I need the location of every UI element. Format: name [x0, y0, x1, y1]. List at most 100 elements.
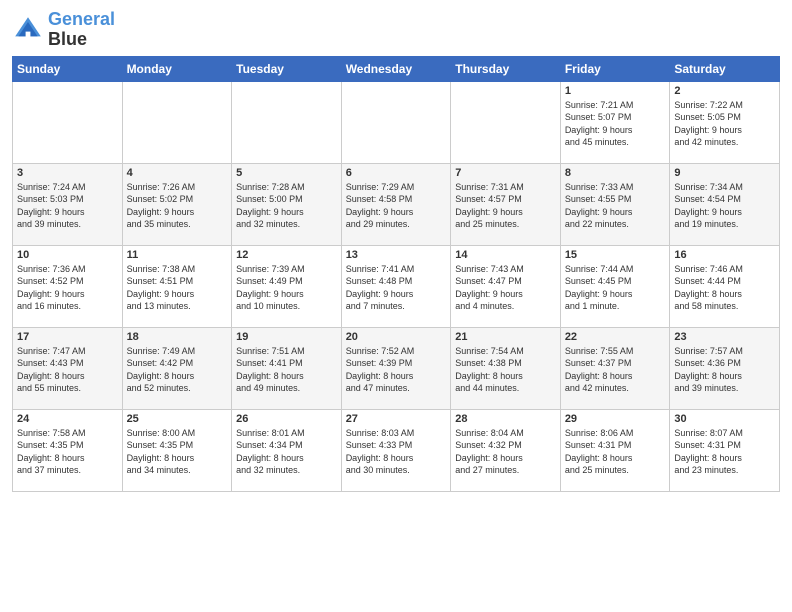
logo-text: GeneralBlue	[48, 10, 115, 50]
calendar-cell: 17Sunrise: 7:47 AM Sunset: 4:43 PM Dayli…	[13, 327, 123, 409]
day-info: Sunrise: 7:38 AM Sunset: 4:51 PM Dayligh…	[127, 263, 228, 313]
calendar-cell: 7 Sunrise: 7:31 AM Sunset: 4:57 PM Daylig…	[451, 163, 561, 245]
calendar-cell: 20Sunrise: 7:52 AM Sunset: 4:39 PM Dayli…	[341, 327, 451, 409]
week-row-0: 1 Sunrise: 7:21 AM Sunset: 5:07 PM Daylig…	[13, 81, 780, 163]
calendar-cell: 25Sunrise: 8:00 AM Sunset: 4:35 PM Dayli…	[122, 409, 232, 491]
calendar-cell	[232, 81, 342, 163]
day-number: 14	[455, 249, 556, 261]
calendar-cell: 6 Sunrise: 7:29 AM Sunset: 4:58 PM Daylig…	[341, 163, 451, 245]
day-number: 12	[236, 249, 337, 261]
calendar-cell: 28 Sunrise: 8:04 AM Sunset: 4:32 PM Dayli…	[451, 409, 561, 491]
day-info: Sunrise: 7:21 AM Sunset: 5:07 PM Dayligh…	[565, 99, 666, 149]
weekday-tuesday: Tuesday	[232, 56, 342, 81]
day-number: 6	[346, 167, 447, 179]
day-info: Sunrise: 7:57 AM Sunset: 4:36 PM Dayligh…	[674, 345, 775, 395]
day-number: 10	[17, 249, 118, 261]
logo-icon	[12, 14, 44, 46]
day-info: Sunrise: 8:01 AM Sunset: 4:34 PM Dayligh…	[236, 427, 337, 477]
calendar-cell: 22 Sunrise: 7:55 AM Sunset: 4:37 PM Dayli…	[560, 327, 670, 409]
day-number: 16	[674, 249, 775, 261]
day-number: 5	[236, 167, 337, 179]
day-info: Sunrise: 7:29 AM Sunset: 4:58 PM Dayligh…	[346, 181, 447, 231]
day-info: Sunrise: 7:28 AM Sunset: 5:00 PM Dayligh…	[236, 181, 337, 231]
day-info: Sunrise: 7:36 AM Sunset: 4:52 PM Dayligh…	[17, 263, 118, 313]
calendar-cell: 30 Sunrise: 8:07 AM Sunset: 4:31 PM Dayli…	[670, 409, 780, 491]
calendar-cell: 10 Sunrise: 7:36 AM Sunset: 4:52 PM Dayli…	[13, 245, 123, 327]
day-number: 28	[455, 413, 556, 425]
day-info: Sunrise: 7:34 AM Sunset: 4:54 PM Dayligh…	[674, 181, 775, 231]
day-info: Sunrise: 7:49 AM Sunset: 4:42 PM Dayligh…	[127, 345, 228, 395]
day-info: Sunrise: 7:55 AM Sunset: 4:37 PM Dayligh…	[565, 345, 666, 395]
day-number: 24	[17, 413, 118, 425]
day-info: Sunrise: 7:31 AM Sunset: 4:57 PM Dayligh…	[455, 181, 556, 231]
calendar-cell: 19Sunrise: 7:51 AM Sunset: 4:41 PM Dayli…	[232, 327, 342, 409]
week-row-2: 10 Sunrise: 7:36 AM Sunset: 4:52 PM Dayli…	[13, 245, 780, 327]
calendar-cell: 26 Sunrise: 8:01 AM Sunset: 4:34 PM Dayli…	[232, 409, 342, 491]
calendar-cell	[13, 81, 123, 163]
weekday-thursday: Thursday	[451, 56, 561, 81]
day-info: Sunrise: 8:07 AM Sunset: 4:31 PM Dayligh…	[674, 427, 775, 477]
day-number: 30	[674, 413, 775, 425]
week-row-1: 3 Sunrise: 7:24 AM Sunset: 5:03 PM Daylig…	[13, 163, 780, 245]
day-number: 27	[346, 413, 447, 425]
day-number: 11	[127, 249, 228, 261]
day-info: Sunrise: 7:26 AM Sunset: 5:02 PM Dayligh…	[127, 181, 228, 231]
calendar-cell	[122, 81, 232, 163]
day-number: 13	[346, 249, 447, 261]
calendar-cell: 16 Sunrise: 7:46 AM Sunset: 4:44 PM Dayli…	[670, 245, 780, 327]
calendar-cell: 13Sunrise: 7:41 AM Sunset: 4:48 PM Dayli…	[341, 245, 451, 327]
day-info: Sunrise: 7:54 AM Sunset: 4:38 PM Dayligh…	[455, 345, 556, 395]
calendar-cell	[451, 81, 561, 163]
logo: GeneralBlue	[12, 10, 115, 50]
calendar-cell	[341, 81, 451, 163]
day-info: Sunrise: 7:24 AM Sunset: 5:03 PM Dayligh…	[17, 181, 118, 231]
day-info: Sunrise: 7:33 AM Sunset: 4:55 PM Dayligh…	[565, 181, 666, 231]
day-info: Sunrise: 7:51 AM Sunset: 4:41 PM Dayligh…	[236, 345, 337, 395]
calendar-table: SundayMondayTuesdayWednesdayThursdayFrid…	[12, 56, 780, 492]
calendar-cell: 5 Sunrise: 7:28 AM Sunset: 5:00 PM Daylig…	[232, 163, 342, 245]
day-info: Sunrise: 8:03 AM Sunset: 4:33 PM Dayligh…	[346, 427, 447, 477]
weekday-friday: Friday	[560, 56, 670, 81]
day-number: 9	[674, 167, 775, 179]
calendar-cell: 27 Sunrise: 8:03 AM Sunset: 4:33 PM Dayli…	[341, 409, 451, 491]
day-info: Sunrise: 8:00 AM Sunset: 4:35 PM Dayligh…	[127, 427, 228, 477]
day-info: Sunrise: 7:58 AM Sunset: 4:35 PM Dayligh…	[17, 427, 118, 477]
day-number: 17	[17, 331, 118, 343]
weekday-saturday: Saturday	[670, 56, 780, 81]
day-info: Sunrise: 7:39 AM Sunset: 4:49 PM Dayligh…	[236, 263, 337, 313]
day-number: 7	[455, 167, 556, 179]
day-info: Sunrise: 7:22 AM Sunset: 5:05 PM Dayligh…	[674, 99, 775, 149]
page-header: GeneralBlue	[12, 10, 780, 50]
calendar-cell: 24 Sunrise: 7:58 AM Sunset: 4:35 PM Dayli…	[13, 409, 123, 491]
day-number: 21	[455, 331, 556, 343]
day-number: 3	[17, 167, 118, 179]
calendar-cell: 4Sunrise: 7:26 AM Sunset: 5:02 PM Daylig…	[122, 163, 232, 245]
calendar-cell: 15 Sunrise: 7:44 AM Sunset: 4:45 PM Dayli…	[560, 245, 670, 327]
day-info: Sunrise: 8:04 AM Sunset: 4:32 PM Dayligh…	[455, 427, 556, 477]
day-number: 8	[565, 167, 666, 179]
day-number: 1	[565, 85, 666, 97]
day-info: Sunrise: 7:43 AM Sunset: 4:47 PM Dayligh…	[455, 263, 556, 313]
day-number: 23	[674, 331, 775, 343]
day-info: Sunrise: 7:52 AM Sunset: 4:39 PM Dayligh…	[346, 345, 447, 395]
day-number: 18	[127, 331, 228, 343]
weekday-wednesday: Wednesday	[341, 56, 451, 81]
calendar-cell: 11 Sunrise: 7:38 AM Sunset: 4:51 PM Dayli…	[122, 245, 232, 327]
day-number: 26	[236, 413, 337, 425]
calendar-cell: 12 Sunrise: 7:39 AM Sunset: 4:49 PM Dayli…	[232, 245, 342, 327]
weekday-header-row: SundayMondayTuesdayWednesdayThursdayFrid…	[13, 56, 780, 81]
weekday-sunday: Sunday	[13, 56, 123, 81]
page-container: GeneralBlue SundayMondayTuesdayWednesday…	[0, 0, 792, 612]
day-number: 15	[565, 249, 666, 261]
day-number: 29	[565, 413, 666, 425]
calendar-cell: 23 Sunrise: 7:57 AM Sunset: 4:36 PM Dayli…	[670, 327, 780, 409]
calendar-cell: 2 Sunrise: 7:22 AM Sunset: 5:05 PM Daylig…	[670, 81, 780, 163]
weekday-monday: Monday	[122, 56, 232, 81]
calendar-cell: 21 Sunrise: 7:54 AM Sunset: 4:38 PM Dayli…	[451, 327, 561, 409]
calendar-cell: 1 Sunrise: 7:21 AM Sunset: 5:07 PM Daylig…	[560, 81, 670, 163]
day-number: 22	[565, 331, 666, 343]
day-info: Sunrise: 7:44 AM Sunset: 4:45 PM Dayligh…	[565, 263, 666, 313]
day-info: Sunrise: 7:46 AM Sunset: 4:44 PM Dayligh…	[674, 263, 775, 313]
day-number: 2	[674, 85, 775, 97]
calendar-cell: 18 Sunrise: 7:49 AM Sunset: 4:42 PM Dayli…	[122, 327, 232, 409]
